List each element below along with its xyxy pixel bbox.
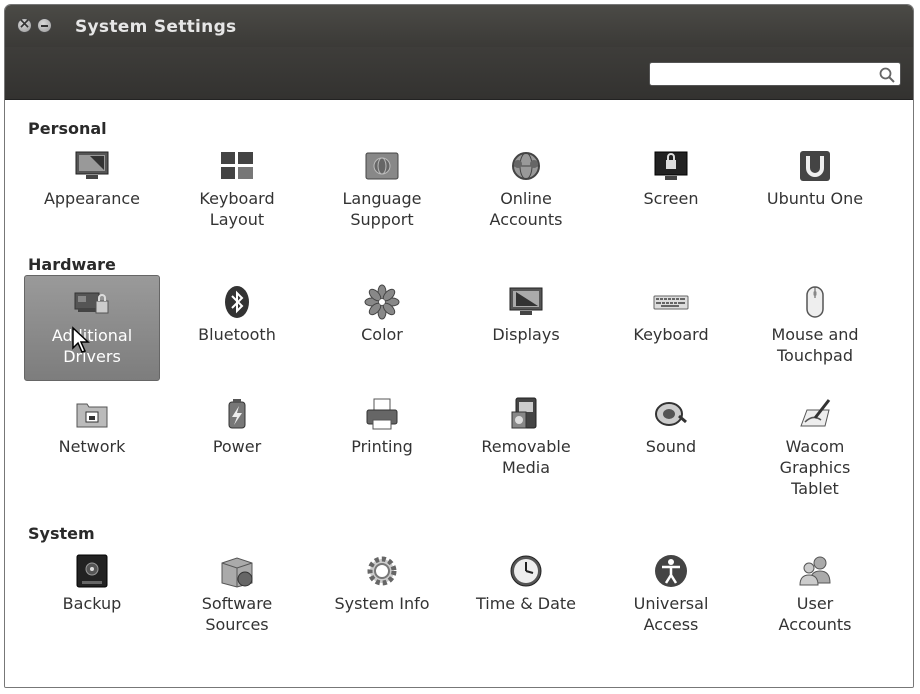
- settings-item-language-support[interactable]: Language Support: [314, 148, 450, 230]
- color-icon: [364, 284, 400, 320]
- additional-drivers-icon: [74, 292, 109, 314]
- removable-media-icon: [511, 397, 537, 429]
- screen-lock-icon: [654, 151, 688, 180]
- ubuntu-one-icon: [800, 151, 830, 181]
- settings-item-label: Sound: [645, 437, 697, 456]
- settings-item-label: Ubuntu One: [766, 189, 864, 208]
- settings-item-label: Bluetooth: [198, 325, 276, 344]
- sound-icon: [655, 402, 687, 426]
- software-sources-icon: [221, 557, 253, 588]
- settings-item-label: Appearance: [43, 189, 141, 208]
- settings-item-label: Additional Drivers: [51, 326, 133, 366]
- section-title-system: System: [28, 524, 95, 543]
- system-settings-window: System Settings Personal Hardware System…: [4, 4, 914, 688]
- appearance-icon: [75, 151, 109, 179]
- settings-item-wacom-tablet[interactable]: Wacom Graphics Tablet: [747, 396, 883, 499]
- settings-item-label: Time & Date: [475, 594, 577, 613]
- settings-item-ubuntu-one[interactable]: Ubuntu One: [747, 148, 883, 209]
- section-title-hardware: Hardware: [28, 255, 116, 274]
- settings-item-label: System Info: [334, 594, 430, 613]
- settings-item-network[interactable]: Network: [24, 396, 160, 457]
- settings-item-label: Universal Access: [633, 594, 709, 634]
- settings-item-label: Keyboard: [633, 325, 709, 344]
- settings-item-backup[interactable]: Backup: [24, 553, 160, 614]
- settings-item-label: Language Support: [342, 189, 422, 229]
- settings-item-additional-drivers[interactable]: Additional Drivers: [24, 275, 160, 381]
- settings-item-mouse-touchpad[interactable]: Mouse and Touchpad: [747, 284, 883, 366]
- settings-item-system-info[interactable]: System Info: [314, 553, 450, 614]
- close-window-button[interactable]: [17, 16, 32, 33]
- settings-item-appearance[interactable]: Appearance: [24, 148, 160, 209]
- settings-item-keyboard-layout[interactable]: Keyboard Layout: [169, 148, 305, 230]
- settings-item-label: Mouse and Touchpad: [771, 325, 859, 365]
- window-title: System Settings: [75, 17, 237, 37]
- keyboard-icon: [653, 295, 689, 310]
- settings-content: Personal Hardware System Appearance Keyb…: [5, 100, 913, 687]
- settings-item-sound[interactable]: Sound: [603, 396, 739, 457]
- bluetooth-icon: [225, 286, 249, 318]
- settings-item-label: Backup: [62, 594, 122, 613]
- backup-icon: [76, 554, 108, 588]
- wacom-tablet-icon: [800, 399, 831, 427]
- settings-item-time-date[interactable]: Time & Date: [458, 553, 594, 614]
- settings-item-software-sources[interactable]: Software Sources: [169, 553, 305, 635]
- settings-item-label: Network: [58, 437, 126, 456]
- settings-item-label: Screen: [643, 189, 699, 208]
- user-accounts-icon: [799, 556, 831, 586]
- settings-item-label: User Accounts: [778, 594, 852, 634]
- displays-icon: [509, 287, 543, 315]
- settings-item-label: Displays: [492, 325, 560, 344]
- settings-item-user-accounts[interactable]: User Accounts: [747, 553, 883, 635]
- settings-item-screen[interactable]: Screen: [603, 148, 739, 209]
- settings-item-label: Printing: [351, 437, 413, 456]
- search-icon[interactable]: [878, 66, 896, 84]
- settings-item-removable-media[interactable]: Removable Media: [458, 396, 594, 478]
- settings-item-label: Online Accounts: [489, 189, 563, 229]
- search-input[interactable]: [655, 64, 881, 86]
- settings-item-printing[interactable]: Printing: [314, 396, 450, 457]
- minimize-window-button[interactable]: [37, 18, 52, 33]
- settings-item-displays[interactable]: Displays: [458, 284, 594, 345]
- section-title-personal: Personal: [28, 119, 107, 138]
- settings-item-label: Wacom Graphics Tablet: [779, 437, 851, 498]
- settings-item-label: Keyboard Layout: [199, 189, 275, 229]
- power-icon: [228, 399, 246, 429]
- system-info-icon: [367, 556, 397, 586]
- network-icon: [76, 403, 108, 428]
- printer-icon: [366, 398, 398, 430]
- online-accounts-icon: [512, 152, 540, 180]
- settings-item-keyboard[interactable]: Keyboard: [603, 284, 739, 345]
- clock-icon: [510, 555, 542, 587]
- settings-item-color[interactable]: Color: [314, 284, 450, 345]
- settings-item-universal-access[interactable]: Universal Access: [603, 553, 739, 635]
- keyboard-layout-icon: [221, 152, 253, 179]
- settings-item-label: Software Sources: [201, 594, 273, 634]
- settings-item-bluetooth[interactable]: Bluetooth: [169, 284, 305, 345]
- universal-access-icon: [655, 555, 687, 587]
- settings-item-label: Removable Media: [481, 437, 571, 477]
- toolbar: [5, 47, 913, 100]
- search-box[interactable]: [649, 62, 901, 86]
- title-bar[interactable]: System Settings: [5, 5, 913, 47]
- settings-item-label: Color: [361, 325, 403, 344]
- mouse-icon: [806, 286, 824, 318]
- settings-item-power[interactable]: Power: [169, 396, 305, 457]
- settings-item-online-accounts[interactable]: Online Accounts: [458, 148, 594, 230]
- settings-item-label: Power: [212, 437, 262, 456]
- language-support-icon: [365, 152, 399, 180]
